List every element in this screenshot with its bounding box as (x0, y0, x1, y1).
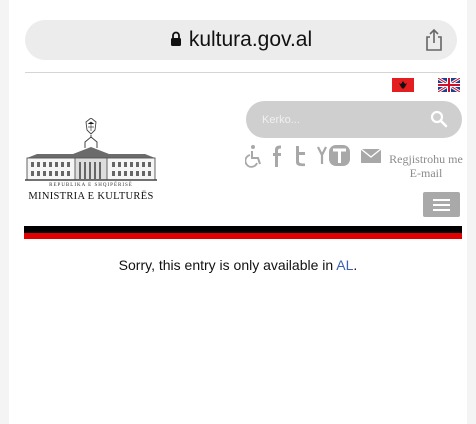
search-icon[interactable] (430, 110, 448, 128)
message-period: . (353, 257, 358, 273)
address-bar[interactable]: kultura.gov.al (25, 20, 457, 60)
url-display[interactable]: kultura.gov.al (25, 20, 457, 60)
header-stripe-red (24, 233, 462, 239)
availability-message: Sorry, this entry is only available in A… (9, 257, 467, 273)
mail-icon[interactable] (360, 144, 382, 168)
twitter-icon[interactable] (293, 144, 307, 168)
menu-bar (433, 199, 450, 201)
uk-flag-icon[interactable] (438, 78, 460, 92)
search-box[interactable] (246, 101, 462, 138)
share-icon[interactable] (423, 28, 445, 52)
header-stripe-black (24, 226, 462, 233)
menu-bar (433, 209, 450, 211)
albanian-version-link[interactable]: AL (336, 257, 353, 273)
facebook-icon[interactable] (271, 144, 283, 168)
logo-subtitle: REPUBLIKA E SHQIPËRISË (49, 183, 133, 188)
address-bar-divider (25, 72, 457, 73)
search-input[interactable] (260, 110, 414, 130)
register-email-link[interactable]: Regjistrohu me E-mail (389, 152, 463, 180)
albania-flag-icon[interactable] (392, 78, 414, 92)
menu-bar (433, 204, 450, 206)
lock-icon (170, 31, 181, 46)
browser-viewport: kultura.gov.al Kerko... Regjistrohu me E… (9, 0, 467, 424)
hamburger-menu-button[interactable] (423, 192, 460, 217)
accessibility-icon[interactable] (245, 144, 263, 168)
message-text: Sorry, this entry is only available in (118, 257, 334, 273)
youtube-icon[interactable] (317, 144, 351, 168)
url-text: kultura.gov.al (188, 28, 313, 51)
logo-title[interactable]: MINISTRIA E KULTURËS (23, 191, 159, 202)
